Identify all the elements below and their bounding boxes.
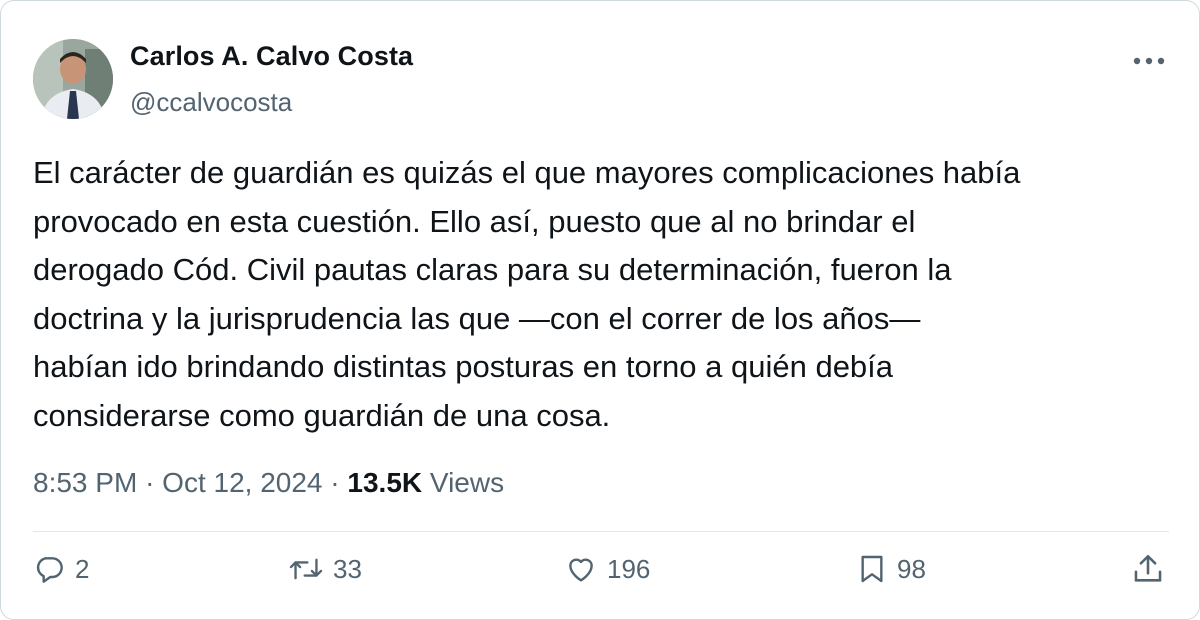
like-button[interactable]: 196 <box>565 549 650 589</box>
more-options-button[interactable] <box>1129 43 1169 79</box>
tweet-time[interactable]: 8:53 PM <box>33 467 137 498</box>
reply-bubble-icon <box>36 557 63 583</box>
author-name[interactable]: Carlos A. Calvo Costa <box>130 41 413 72</box>
bookmark-icon <box>861 555 883 583</box>
share-button[interactable] <box>1131 549 1165 589</box>
views-count: 13.5K <box>347 467 423 498</box>
tweet-date[interactable]: Oct 12, 2024 <box>162 467 322 498</box>
share-upload-icon <box>1134 554 1162 582</box>
retweet-icon <box>289 558 323 580</box>
bookmark-button[interactable]: 98 <box>857 549 926 589</box>
tweet-meta: 8:53 PM · Oct 12, 2024 · 13.5K Views <box>33 467 504 499</box>
divider <box>33 531 1169 532</box>
retweet-button[interactable]: 33 <box>289 549 362 589</box>
meta-separator: · <box>330 467 340 498</box>
heart-icon <box>569 558 593 582</box>
tweet-card: Carlos A. Calvo Costa @ccalvocosta El ca… <box>0 0 1200 620</box>
views-label: Views <box>429 467 505 498</box>
meta-separator: · <box>145 467 155 498</box>
bookmark-count: 98 <box>897 553 926 584</box>
reply-button[interactable]: 2 <box>33 549 89 589</box>
like-count: 196 <box>607 553 651 584</box>
author-handle[interactable]: @ccalvocosta <box>130 87 292 118</box>
tweet-text: El carácter de guardián es quizás el que… <box>33 155 1021 433</box>
reply-count: 2 <box>75 553 90 584</box>
retweet-count: 33 <box>333 553 362 584</box>
more-horizontal-icon <box>1133 57 1165 65</box>
avatar[interactable] <box>33 39 113 119</box>
avatar-photo <box>33 39 113 119</box>
